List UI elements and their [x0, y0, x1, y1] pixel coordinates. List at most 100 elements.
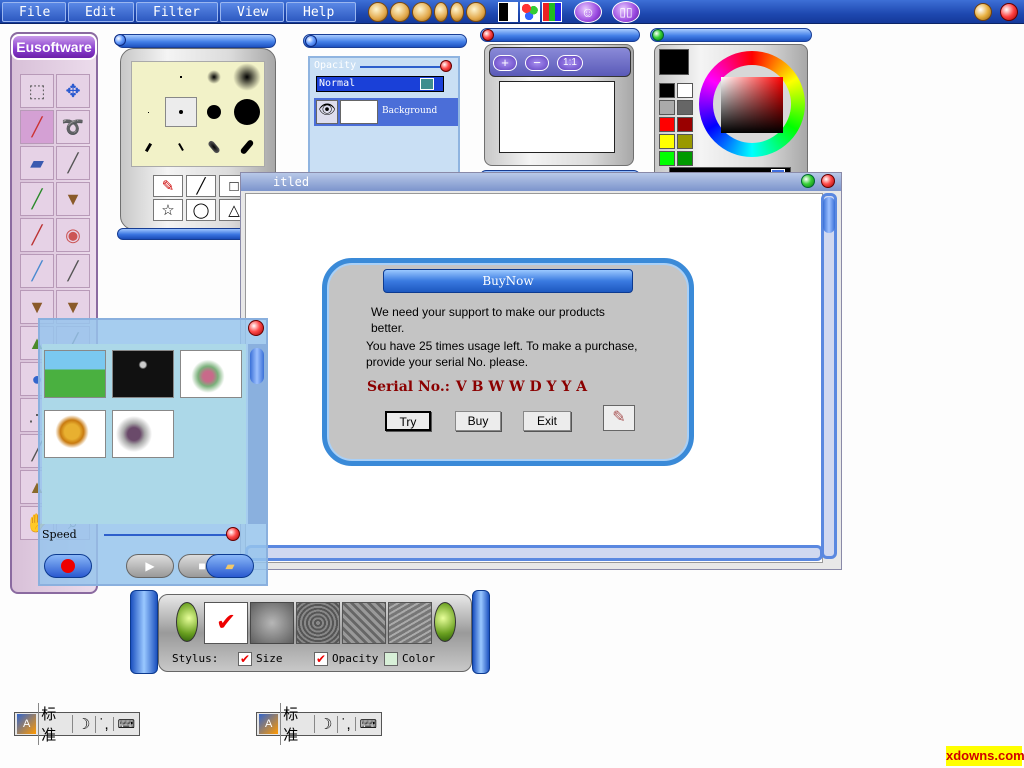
zoom-out-button[interactable]: −: [525, 55, 549, 71]
try-button[interactable]: Try: [385, 411, 431, 431]
brush-soft-medium-icon[interactable]: [198, 62, 230, 92]
ime-logo-icon[interactable]: A: [17, 714, 37, 734]
color-bars-icon[interactable]: [542, 2, 562, 22]
brush-logo-icon[interactable]: ✎: [603, 405, 635, 431]
swatch-dark-gray[interactable]: [677, 100, 693, 115]
eye-icon[interactable]: 👁: [316, 100, 338, 124]
brush-calligraphy-1-icon[interactable]: [132, 132, 164, 162]
wide-brush-icon[interactable]: ▼: [56, 182, 90, 216]
chevron-down-icon[interactable]: [420, 78, 434, 90]
tube-thumb-chrysanthemum[interactable]: [44, 410, 106, 458]
brush-dot-3-icon[interactable]: [198, 97, 230, 127]
exit-button[interactable]: Exit: [523, 411, 571, 431]
tube-thumb-grapes[interactable]: [112, 410, 174, 458]
buy-button[interactable]: Buy: [455, 411, 501, 431]
tube-panel-close-button[interactable]: [248, 320, 264, 336]
brush-calligraphy-2-icon[interactable]: [165, 132, 197, 162]
texture-none-checkmark-icon[interactable]: ✔: [204, 602, 248, 644]
paint-tube-icon[interactable]: ▰: [20, 146, 54, 180]
tube-thumb-night[interactable]: [112, 350, 174, 398]
opacity-slider-handle[interactable]: [440, 60, 452, 72]
stylus-size-checkbox[interactable]: ✔: [238, 652, 252, 666]
swatch-yellow[interactable]: [659, 134, 675, 149]
navigator-panel-pin-icon[interactable]: [482, 29, 494, 41]
zoom-in-button[interactable]: +: [493, 55, 517, 71]
punctuation-icon[interactable]: ˙,: [336, 715, 355, 733]
opacity-slider-track[interactable]: [360, 66, 440, 68]
swatch-green[interactable]: [659, 151, 675, 166]
moon-icon[interactable]: ☽: [314, 715, 336, 733]
texture-next-button[interactable]: [434, 602, 456, 642]
brush-dot-4-icon[interactable]: [231, 97, 263, 127]
vertical-scroll-thumb[interactable]: [823, 197, 835, 233]
color-panel-pin-icon[interactable]: [652, 29, 664, 41]
zoom-actual-button[interactable]: 1:1: [557, 55, 583, 71]
smiley-icon[interactable]: ☺: [574, 1, 602, 23]
palette-icon[interactable]: [520, 2, 540, 22]
foreground-color-swatch[interactable]: [659, 49, 689, 75]
record-button[interactable]: [44, 554, 92, 578]
document-close-button[interactable]: [821, 174, 835, 188]
line-shape-icon[interactable]: ╱: [186, 175, 216, 197]
eye-tool-icon[interactable]: ◉: [56, 218, 90, 252]
brush-panel-pin-icon[interactable]: [114, 34, 126, 46]
swatch-dark-green[interactable]: [677, 151, 693, 166]
open-icon[interactable]: [368, 2, 388, 22]
menu-help[interactable]: Help: [286, 2, 356, 22]
layer-row[interactable]: 👁 Background: [314, 98, 458, 126]
menu-filter[interactable]: Filter: [136, 2, 218, 22]
tube-thumb-landscape[interactable]: [44, 350, 106, 398]
tube-thumb-flower[interactable]: [180, 350, 242, 398]
navigator-panel-caption[interactable]: [480, 28, 640, 42]
texture-rough-4[interactable]: [388, 602, 432, 644]
swatch-black[interactable]: [659, 83, 675, 98]
layers-panel-caption[interactable]: [303, 34, 467, 48]
moon-icon[interactable]: ☽: [72, 715, 94, 733]
pen-tool-icon[interactable]: ╱: [20, 182, 54, 216]
brush-tiny-icon[interactable]: [132, 62, 164, 92]
brush-calligraphy-4-icon[interactable]: [231, 132, 263, 162]
contrast-icon[interactable]: [498, 2, 518, 22]
brush-small-icon[interactable]: [165, 62, 197, 92]
texture-rough-2[interactable]: [296, 602, 340, 644]
pencil-tool-icon[interactable]: ╱: [20, 110, 54, 144]
saturation-box[interactable]: [721, 77, 783, 133]
speed-slider-handle[interactable]: [226, 527, 240, 541]
horizontal-scrollbar[interactable]: [245, 545, 823, 561]
marker-tool-icon[interactable]: ╱: [20, 218, 54, 252]
book-icon[interactable]: ▯▯: [612, 1, 640, 23]
vertical-scrollbar[interactable]: [821, 193, 837, 559]
ellipse-shape-icon[interactable]: ◯: [186, 199, 216, 221]
texture-rough-1[interactable]: [250, 602, 294, 644]
hue-ring[interactable]: [699, 51, 805, 157]
close-button[interactable]: [1000, 3, 1018, 21]
brush-tool-icon[interactable]: ╱: [56, 146, 90, 180]
texture-rough-3[interactable]: [342, 602, 386, 644]
swatch-olive[interactable]: [677, 134, 693, 149]
layers-panel-pin-icon[interactable]: [305, 35, 317, 47]
new-icon[interactable]: [390, 2, 410, 22]
stylus-color-checkbox[interactable]: [384, 652, 398, 666]
navigator-preview[interactable]: [499, 81, 615, 153]
ime-logo-icon[interactable]: A: [259, 714, 279, 734]
punctuation-icon[interactable]: ˙,: [94, 715, 113, 733]
brush-dot-1-icon[interactable]: [132, 97, 164, 127]
keyboard-icon[interactable]: ⌨: [354, 717, 381, 731]
swatch-white[interactable]: [677, 83, 693, 98]
document-titlebar[interactable]: [241, 173, 841, 191]
color-panel-caption[interactable]: [650, 28, 812, 42]
brush-calligraphy-3-icon[interactable]: [198, 132, 230, 162]
brush-soft-large-icon[interactable]: [231, 62, 263, 92]
stick-tool-icon[interactable]: ╱: [56, 254, 90, 288]
back-icon[interactable]: [434, 2, 448, 22]
menu-view[interactable]: View: [220, 2, 284, 22]
menu-file[interactable]: File: [2, 2, 66, 22]
document-maximize-button[interactable]: [801, 174, 815, 188]
ime-mode-label[interactable]: 标准: [38, 703, 72, 745]
brush-panel-caption[interactable]: [114, 34, 276, 48]
menu-edit[interactable]: Edit: [68, 2, 134, 22]
minimize-button[interactable]: [974, 3, 992, 21]
play-button[interactable]: ▶: [126, 554, 174, 578]
ime-mode-label[interactable]: 标准: [280, 703, 314, 745]
keyboard-icon[interactable]: ⌨: [112, 717, 139, 731]
